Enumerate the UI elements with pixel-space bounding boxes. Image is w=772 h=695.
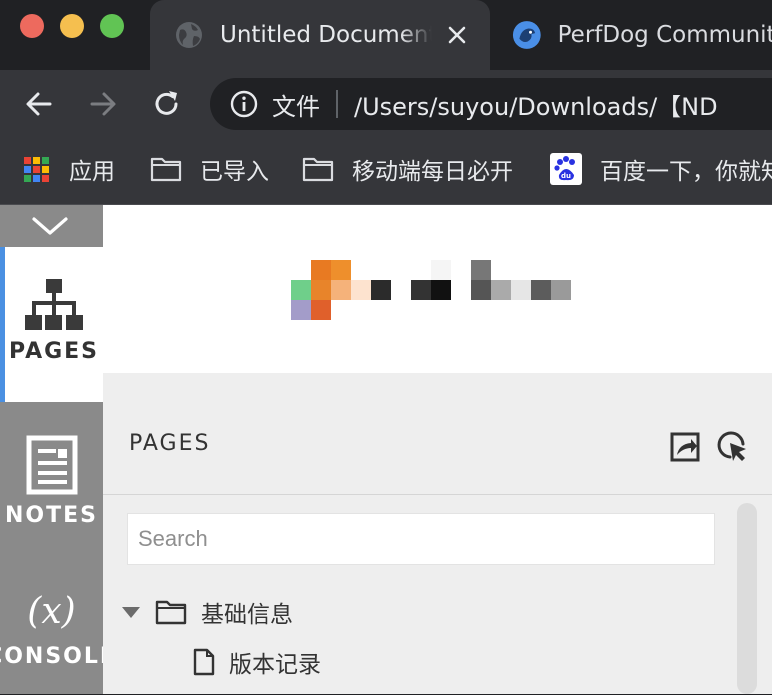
tab-title: Untitled Document bbox=[220, 22, 432, 48]
tab-perfdog-community[interactable]: PerfDog Community bbox=[490, 0, 772, 70]
notes-icon bbox=[26, 435, 77, 495]
pages-tree-area: 基础信息 版本记录 bbox=[103, 495, 772, 694]
window-close-button[interactable] bbox=[20, 14, 44, 38]
bookmark-baidu[interactable]: du 百度一下，你就知 bbox=[550, 152, 772, 186]
open-external-icon[interactable] bbox=[669, 431, 701, 463]
reload-icon[interactable] bbox=[150, 87, 184, 121]
bookmark-label: 已导入 bbox=[200, 159, 269, 185]
bookmark-mobile-daily-folder[interactable]: 移动端每日必开 bbox=[302, 152, 513, 186]
window-zoom-button[interactable] bbox=[100, 14, 124, 38]
rail-pages-label: PAGES bbox=[8, 339, 100, 364]
pages-title: PAGES bbox=[129, 431, 211, 456]
bookmark-label: 百度一下，你就知 bbox=[600, 159, 772, 185]
folder-icon bbox=[150, 157, 182, 182]
svg-text:du: du bbox=[561, 172, 571, 180]
folder-icon bbox=[155, 600, 187, 625]
browser-toolbar: 文件 /Users/suyou/Downloads/【ND bbox=[0, 70, 772, 138]
url-text[interactable]: /Users/suyou/Downloads/【ND bbox=[354, 87, 718, 122]
rail-notes-label: NOTES bbox=[5, 503, 98, 528]
rail-console-label: CONSOLE bbox=[0, 644, 117, 669]
perfdog-favicon-icon bbox=[512, 21, 541, 49]
bookmark-apps[interactable]: 应用 bbox=[24, 152, 115, 186]
tree-page-row[interactable]: 版本记录 bbox=[193, 645, 321, 679]
bookmark-imported-folder[interactable]: 已导入 bbox=[150, 152, 269, 186]
baidu-icon: du bbox=[550, 153, 582, 185]
pages-header: PAGES bbox=[103, 373, 772, 495]
bookmark-label: 应用 bbox=[69, 159, 115, 185]
window-minimize-button[interactable] bbox=[60, 14, 84, 38]
tab-untitled-document[interactable]: Untitled Document bbox=[150, 0, 490, 70]
bookmark-label: 移动端每日必开 bbox=[352, 159, 513, 185]
scrollbar[interactable] bbox=[737, 503, 757, 694]
apps-grid-icon bbox=[24, 156, 49, 182]
forward-arrow-icon[interactable] bbox=[86, 87, 120, 121]
rail-pages-button[interactable]: PAGES bbox=[0, 247, 103, 402]
tree-folder-label: 基础信息 bbox=[201, 602, 293, 628]
pages-panel: PAGES 基础信息 版本记录 bbox=[103, 205, 772, 694]
tab-strip: Untitled Document PerfDog Community bbox=[0, 0, 772, 70]
info-icon[interactable] bbox=[230, 90, 258, 118]
chevron-down-icon[interactable] bbox=[28, 213, 72, 239]
logo-area bbox=[103, 205, 772, 373]
console-variable-icon: (x) bbox=[27, 591, 76, 632]
search-input[interactable] bbox=[127, 513, 715, 565]
bookmarks-bar: 应用 已导入 移动端每日必开 du 百度一下，你就知 bbox=[0, 138, 772, 205]
tab-title: PerfDog Community bbox=[557, 22, 772, 48]
back-arrow-icon[interactable] bbox=[22, 87, 56, 121]
address-separator bbox=[336, 90, 338, 118]
rail-console-button[interactable]: (x) CONSOLE bbox=[0, 585, 115, 695]
security-label: 文件 bbox=[272, 92, 320, 121]
address-bar[interactable]: 文件 /Users/suyou/Downloads/【ND bbox=[210, 78, 772, 130]
globe-icon bbox=[176, 22, 202, 48]
sitemap-icon bbox=[25, 279, 83, 330]
tree-page-label: 版本记录 bbox=[229, 652, 321, 678]
tab-close-icon[interactable] bbox=[444, 22, 470, 48]
rail-notes-button[interactable]: NOTES bbox=[0, 427, 103, 547]
tree-folder-row[interactable]: 基础信息 bbox=[121, 595, 293, 629]
page-icon bbox=[193, 648, 215, 676]
caret-down-icon[interactable] bbox=[121, 605, 141, 619]
folder-icon bbox=[302, 157, 334, 182]
cursor-select-icon[interactable] bbox=[717, 431, 749, 463]
left-rail: PAGES NOTES (x) CONSOLE bbox=[0, 205, 115, 695]
